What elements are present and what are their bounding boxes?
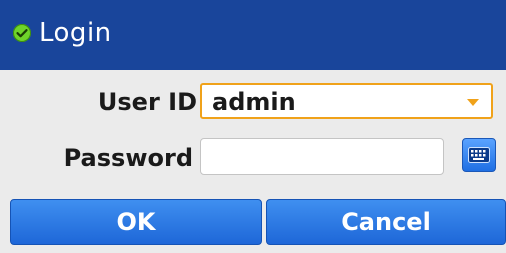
checkmark-circle-icon	[13, 24, 31, 42]
user-id-label: User ID	[97, 88, 197, 116]
dialog-title: Login	[39, 18, 112, 48]
cancel-button[interactable]: Cancel	[266, 199, 506, 245]
dialog-titlebar: Login	[0, 0, 506, 70]
user-id-dropdown[interactable]: admin	[200, 83, 493, 119]
dropdown-arrow-icon[interactable]	[467, 99, 479, 106]
user-id-value: admin	[212, 88, 296, 116]
password-input[interactable]	[200, 138, 444, 175]
login-dialog: Login User ID admin Password OK Cancel	[0, 0, 506, 253]
virtual-keyboard-button[interactable]	[462, 138, 496, 172]
ok-button[interactable]: OK	[10, 199, 262, 245]
password-label: Password	[63, 144, 193, 172]
